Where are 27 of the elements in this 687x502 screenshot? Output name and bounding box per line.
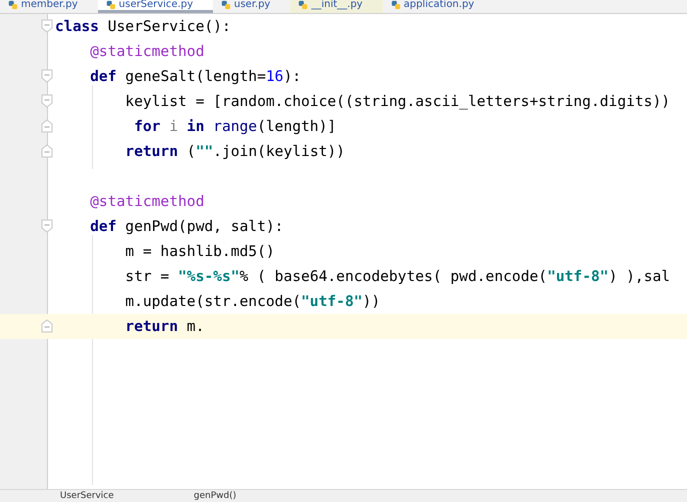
code-line: keylist = [random.choice((string.ascii_letters+string.digits)) [124, 93, 670, 110]
python-file-icon [8, 0, 18, 10]
code-line: m = hashlib.md5() [124, 243, 275, 260]
code-line: m.update(str.encode("utf-8")) [124, 293, 380, 310]
unfold-icon[interactable] [41, 144, 53, 158]
fold-icon[interactable] [41, 69, 53, 83]
code-line: class UserService(): [54, 18, 231, 35]
code-line: @staticmethod [89, 43, 204, 60]
code-line: def geneSalt(length=16): [89, 68, 302, 85]
unfold-icon[interactable] [41, 319, 53, 333]
fold-icon[interactable] [41, 94, 53, 108]
python-file-icon [390, 0, 401, 10]
fold-icon[interactable] [41, 219, 53, 233]
fold-icon[interactable] [41, 19, 53, 33]
breadcrumb[interactable]: genPwd() [194, 490, 236, 502]
breadcrumb[interactable]: UserService [60, 490, 114, 502]
code-line: return m. [124, 318, 204, 335]
editor-tab[interactable]: user.py [213, 0, 290, 13]
code-line: def genPwd(pwd, salt): [89, 218, 284, 235]
code-line: @staticmethod [89, 193, 204, 210]
code-line: str = "%s-%s"% ( base64.encodebytes( pwd.encode("utf-8") ),sal [124, 268, 670, 285]
python-file-icon [298, 0, 308, 10]
unfold-icon[interactable] [41, 119, 53, 133]
code-line: for i in range(length)] [133, 118, 336, 135]
python-file-icon [106, 0, 116, 10]
python-file-icon [221, 0, 231, 10]
code-line: return ("".join(keylist)) [124, 143, 345, 160]
